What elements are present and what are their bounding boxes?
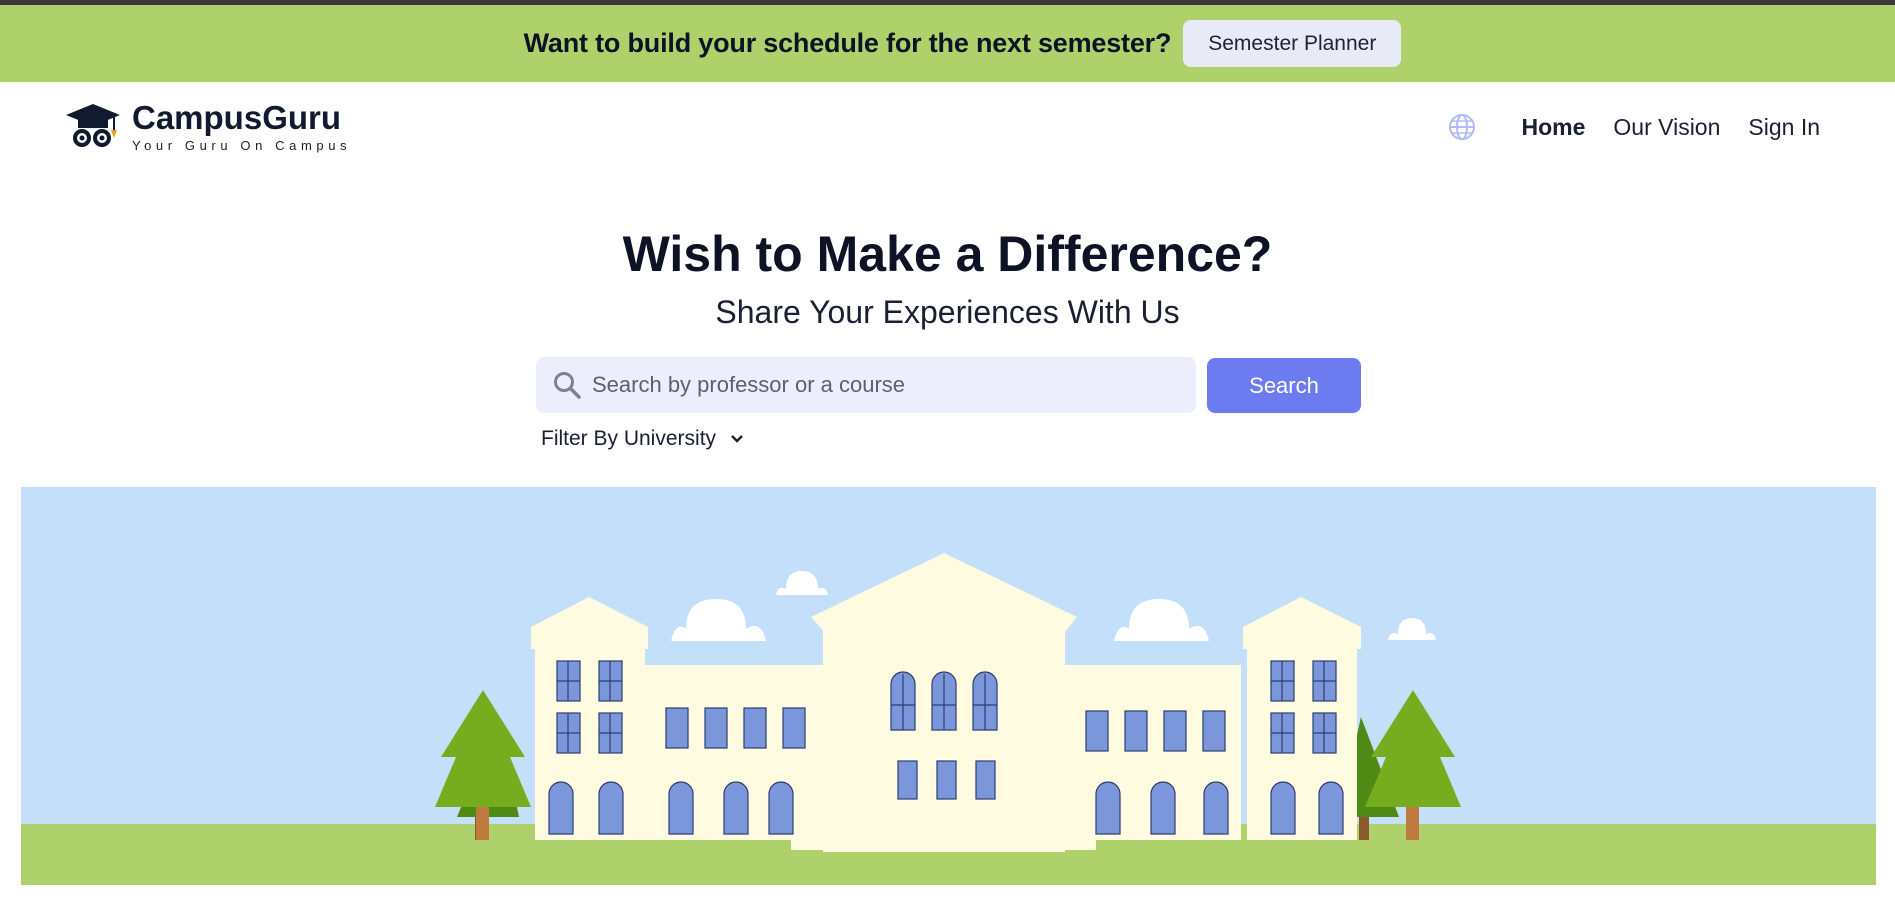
semester-planner-button[interactable]: Semester Planner: [1183, 20, 1402, 67]
nav-home[interactable]: Home: [1522, 114, 1586, 141]
logo[interactable]: CampusGuru Your Guru On Campus: [64, 100, 351, 154]
graduation-owl-logo-icon: [66, 104, 120, 147]
promo-banner: Want to build your schedule for the next…: [0, 5, 1895, 82]
search-input[interactable]: [592, 372, 1172, 398]
filter-label: Filter By University: [541, 427, 717, 450]
nav-sign-in[interactable]: Sign In: [1748, 114, 1820, 141]
nav-our-vision[interactable]: Our Vision: [1613, 114, 1720, 141]
hero-title: Wish to Make a Difference?: [622, 226, 1273, 282]
campus-illustration: [21, 487, 1876, 885]
site-header: CampusGuru Your Guru On Campus Home Our …: [0, 82, 1895, 174]
brand-name: CampusGuru: [132, 99, 342, 136]
search-button[interactable]: Search: [1207, 358, 1361, 413]
globe-icon[interactable]: [1447, 112, 1477, 142]
search-box: [536, 357, 1196, 413]
promo-banner-text: Want to build your schedule for the next…: [523, 28, 1172, 58]
building-steps: [791, 840, 1096, 850]
brand-tagline: Your Guru On Campus: [132, 138, 352, 153]
search-icon: [554, 372, 581, 399]
main-nav: Home Our Vision Sign In: [1447, 112, 1820, 142]
hero-subtitle: Share Your Experiences With Us: [715, 294, 1180, 330]
chevron-down-icon: [731, 435, 743, 443]
filter-by-university-dropdown[interactable]: Filter By University: [541, 427, 744, 451]
